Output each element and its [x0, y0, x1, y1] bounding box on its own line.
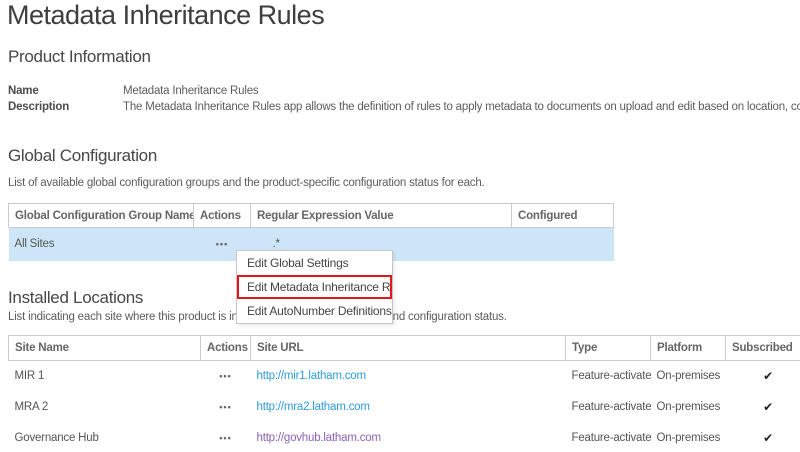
col-site-name: Site Name: [9, 336, 201, 361]
installed-header-row: Site Name Actions Site URL Type Platform…: [9, 336, 800, 361]
product-information-heading: Product Information: [8, 47, 151, 67]
global-config-header-row: Global Configuration Group Name Actions …: [9, 204, 614, 228]
col-subscribed: Subscribed: [726, 336, 800, 361]
type-cell: Feature-activated: [566, 423, 651, 452]
site-url-link[interactable]: http://govhub.latham.com: [257, 432, 381, 444]
name-value: Metadata Inheritance Rules: [123, 85, 258, 97]
ellipsis-actions-icon[interactable]: •••: [200, 239, 245, 249]
site-name-cell: MIR 1: [9, 361, 201, 392]
col-regex: Regular Expression Value: [251, 204, 512, 228]
installed-locations-heading: Installed Locations: [8, 288, 143, 308]
group-name-cell: All Sites: [9, 228, 194, 261]
product-description-row: DescriptionThe Metadata Inheritance Rule…: [8, 101, 800, 113]
installed-locations-table: Site Name Actions Site URL Type Platform…: [8, 335, 800, 452]
table-row-governance-hub[interactable]: Governance Hub ••• http://govhub.latham.…: [9, 423, 800, 452]
type-cell: Feature-activated: [566, 392, 651, 423]
global-configuration-heading: Global Configuration: [8, 146, 157, 166]
subscribed-check-icon: ✔: [726, 423, 800, 452]
subscribed-check-icon: ✔: [726, 392, 800, 423]
ellipsis-actions-icon[interactable]: •••: [207, 433, 245, 443]
metadata-inheritance-rules-page: Metadata Inheritance Rules Product Infor…: [0, 0, 800, 452]
platform-cell: On-premises: [651, 423, 726, 452]
subscribed-check-icon: ✔: [726, 361, 800, 392]
col-platform: Platform: [651, 336, 726, 361]
ellipsis-actions-icon[interactable]: •••: [207, 402, 245, 412]
site-name-cell: MRA 2: [9, 392, 201, 423]
name-label: Name: [8, 85, 123, 97]
col-type: Type: [566, 336, 651, 361]
product-name-row: NameMetadata Inheritance Rules: [8, 85, 800, 97]
platform-cell: On-premises: [651, 392, 726, 423]
menu-item-edit-metadata-inheritance-rules[interactable]: Edit Metadata Inheritance Rules: [237, 275, 392, 299]
col-site-url: Site URL: [251, 336, 566, 361]
menu-item-edit-autonumber-definitions[interactable]: Edit AutoNumber Definitions: [237, 299, 392, 323]
table-row-mir1[interactable]: MIR 1 ••• http://mir1.latham.com Feature…: [9, 361, 800, 392]
col-actions: Actions: [194, 204, 251, 228]
site-name-cell: Governance Hub: [9, 423, 201, 452]
platform-cell: On-premises: [651, 361, 726, 392]
actions-context-menu: Edit Global Settings Edit Metadata Inher…: [236, 250, 393, 324]
description-value: The Metadata Inheritance Rules app allow…: [123, 101, 800, 113]
global-configuration-subtitle: List of available global configuration g…: [8, 177, 485, 189]
page-title: Metadata Inheritance Rules: [7, 0, 324, 31]
configured-cell: [512, 228, 614, 261]
description-label: Description: [8, 101, 123, 113]
col-actions: Actions: [201, 336, 251, 361]
table-row-mra2[interactable]: MRA 2 ••• http://mra2.latham.com Feature…: [9, 392, 800, 423]
type-cell: Feature-activated: [566, 361, 651, 392]
col-configured: Configured: [512, 204, 614, 228]
site-url-link[interactable]: http://mra2.latham.com: [257, 401, 370, 413]
ellipsis-actions-icon[interactable]: •••: [207, 371, 245, 381]
col-group-name: Global Configuration Group Name: [9, 204, 194, 228]
site-url-link[interactable]: http://mir1.latham.com: [257, 370, 366, 382]
menu-item-label: Edit Metadata Inheritance Rules: [247, 280, 392, 294]
menu-item-edit-global-settings[interactable]: Edit Global Settings: [237, 251, 392, 275]
